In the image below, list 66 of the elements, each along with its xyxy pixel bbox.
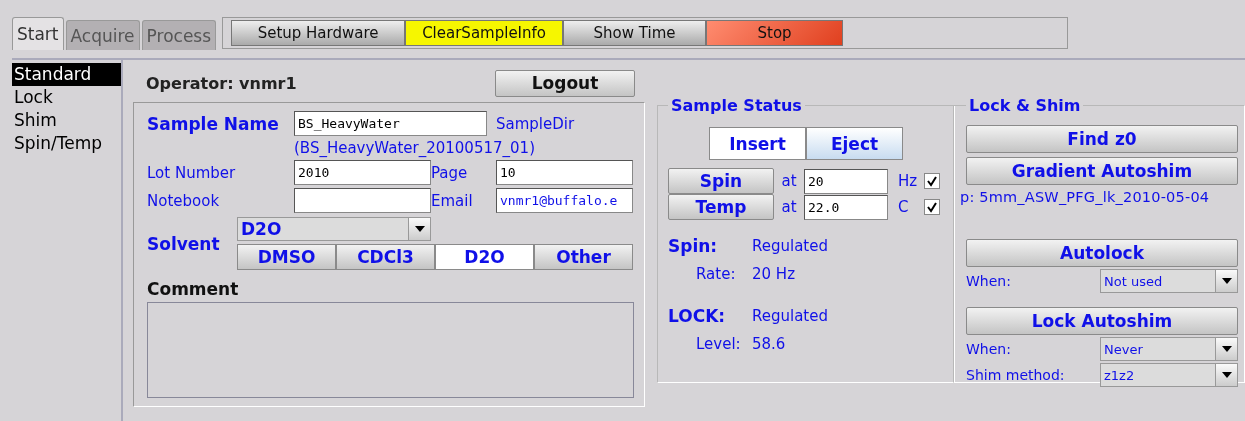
field-label: SampleDir <box>496 114 576 133</box>
field-label: Solvent <box>147 233 221 254</box>
tab[interactable]: Acquire <box>65 20 140 50</box>
field-label: Page <box>431 163 469 182</box>
solvent-button[interactable]: CDCl3 <box>336 244 435 270</box>
solvent-button[interactable]: D2O <box>435 244 534 270</box>
field-label: Lot Number <box>147 163 237 182</box>
status-label: Level: <box>695 335 742 353</box>
status-value: 20 Hz <box>752 265 796 283</box>
text-field[interactable] <box>294 188 431 213</box>
find-z0-button[interactable]: Find z0 <box>966 125 1238 153</box>
status-label: LOCK: <box>668 306 727 326</box>
toolbar-button[interactable]: Stop <box>706 20 844 46</box>
lock-autoshim-button[interactable]: Lock Autoshim <box>966 307 1238 335</box>
panel-title: Sample Status <box>670 96 803 115</box>
text-field[interactable]: 2010 <box>294 160 431 185</box>
dropdown[interactable]: z1z2 <box>1100 363 1238 387</box>
text-field[interactable]: 20 <box>804 168 888 194</box>
sidebar-item[interactable]: Lock <box>12 86 121 109</box>
comment-field[interactable] <box>147 302 634 398</box>
at-label: at <box>780 172 798 190</box>
status-value: Regulated <box>752 237 829 255</box>
tab[interactable]: Start <box>12 17 64 50</box>
status-label: Rate: <box>695 265 737 283</box>
field-label: When: <box>966 341 1012 357</box>
solvent-button[interactable]: DMSO <box>237 244 336 270</box>
toggle-button[interactable]: Insert <box>709 127 806 160</box>
checkbox[interactable] <box>924 199 940 215</box>
tab[interactable]: Process <box>141 20 217 50</box>
dropdown[interactable]: Never <box>1100 337 1238 361</box>
field-label: Sample Name <box>147 113 280 134</box>
sidebar-item[interactable]: Shim <box>12 109 121 132</box>
unit-label: Hz <box>897 172 919 190</box>
toolbar-button[interactable]: Show Time <box>563 20 707 46</box>
field-label: Email <box>431 191 474 210</box>
solvent-button[interactable]: Other <box>534 244 633 270</box>
sidebar-item[interactable]: Spin/Temp <box>12 132 121 155</box>
gradient-autoshim-button[interactable]: Gradient Autoshim <box>966 157 1238 185</box>
text-field[interactable]: 22.0 <box>804 194 888 220</box>
checkbox[interactable] <box>924 173 940 189</box>
text-field[interactable]: vnmr1@buffalo.e <box>496 188 633 213</box>
at-label: at <box>780 198 798 216</box>
sample-dir-value: (BS_HeavyWater_20100517_01) <box>294 139 536 157</box>
dropdown[interactable]: Not used <box>1100 269 1238 293</box>
solvent-dropdown[interactable]: D2O <box>237 217 431 241</box>
field-label: When: <box>966 273 1012 289</box>
panel-title: Lock & Shim <box>968 96 1082 115</box>
text-field[interactable]: 10 <box>496 160 633 185</box>
logout-button[interactable]: Logout <box>495 69 635 97</box>
status-label: Spin: <box>668 236 719 256</box>
toolbar-button[interactable]: ClearSampleInfo <box>405 20 564 46</box>
status-value: 58.6 <box>752 335 787 353</box>
field-label: Shim method: <box>966 367 1066 383</box>
control-button[interactable]: Temp <box>668 194 774 220</box>
unit-label: C <box>897 198 910 216</box>
toolbar-button[interactable]: Setup Hardware <box>231 20 406 46</box>
toggle-button[interactable]: Eject <box>806 127 903 160</box>
comment-label: Comment <box>147 279 240 299</box>
operator-label: Operator: vnmr1 <box>146 73 297 93</box>
autolock-button[interactable]: Autolock <box>966 239 1238 267</box>
field-label: Notebook <box>147 191 221 210</box>
status-value: Regulated <box>752 307 829 325</box>
profile-label: p: 5mm_ASW_PFG_lk_2010-05-04 <box>960 189 1211 205</box>
sidebar-item[interactable]: Standard <box>12 63 121 86</box>
text-field[interactable]: BS_HeavyWater <box>294 111 487 136</box>
control-button[interactable]: Spin <box>668 168 774 194</box>
